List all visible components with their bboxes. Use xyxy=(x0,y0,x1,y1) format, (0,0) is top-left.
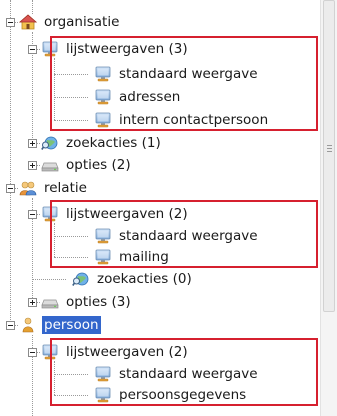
grip-line xyxy=(327,148,332,149)
options-drive-icon xyxy=(41,294,59,310)
node-label: organisatie xyxy=(44,14,120,30)
highlight-box xyxy=(50,200,318,268)
tree-view: organisatie lijstweergaven (3) standaard… xyxy=(0,0,320,416)
expand-toggle[interactable] xyxy=(28,138,37,148)
node-label: relatie xyxy=(44,180,87,196)
tree-node-persoon[interactable]: persoon xyxy=(6,315,101,335)
tree-connector xyxy=(10,0,11,320)
node-label: zoekacties (0) xyxy=(97,271,192,287)
collapse-toggle[interactable] xyxy=(28,209,37,219)
collapse-toggle[interactable] xyxy=(6,320,15,330)
scrollbar-thumb[interactable] xyxy=(323,0,335,312)
node-label: opties (2) xyxy=(66,157,131,173)
expand-toggle[interactable] xyxy=(28,160,37,170)
node-label: opties (3) xyxy=(66,294,131,310)
tree-node-organisatie[interactable]: organisatie xyxy=(6,12,121,32)
highlight-box xyxy=(50,338,318,406)
tree-node-opties[interactable]: opties (3) xyxy=(28,292,133,312)
grip-line xyxy=(327,151,332,152)
search-globe-icon xyxy=(41,135,59,151)
node-label: persoon xyxy=(42,316,101,334)
person-icon xyxy=(19,317,37,333)
collapse-toggle[interactable] xyxy=(6,17,15,27)
collapse-toggle[interactable] xyxy=(28,44,37,54)
tree-node-zoekacties[interactable]: zoekacties (1) xyxy=(28,133,163,153)
tree-node-zoekacties[interactable]: zoekacties (0) xyxy=(72,269,194,289)
options-drive-icon xyxy=(41,157,59,173)
tree-node-relatie[interactable]: relatie xyxy=(6,178,89,198)
expand-toggle[interactable] xyxy=(28,297,37,307)
vertical-scrollbar[interactable] xyxy=(320,0,337,416)
grip-line xyxy=(327,145,332,146)
collapse-toggle[interactable] xyxy=(28,347,37,357)
tree-node-opties[interactable]: opties (2) xyxy=(28,155,133,175)
node-label: zoekacties (1) xyxy=(66,135,161,151)
highlight-box xyxy=(50,36,318,131)
house-icon xyxy=(19,14,37,30)
tree-connector xyxy=(32,279,66,280)
collapse-toggle[interactable] xyxy=(6,183,15,193)
search-globe-icon xyxy=(72,271,90,287)
people-icon xyxy=(19,180,37,196)
